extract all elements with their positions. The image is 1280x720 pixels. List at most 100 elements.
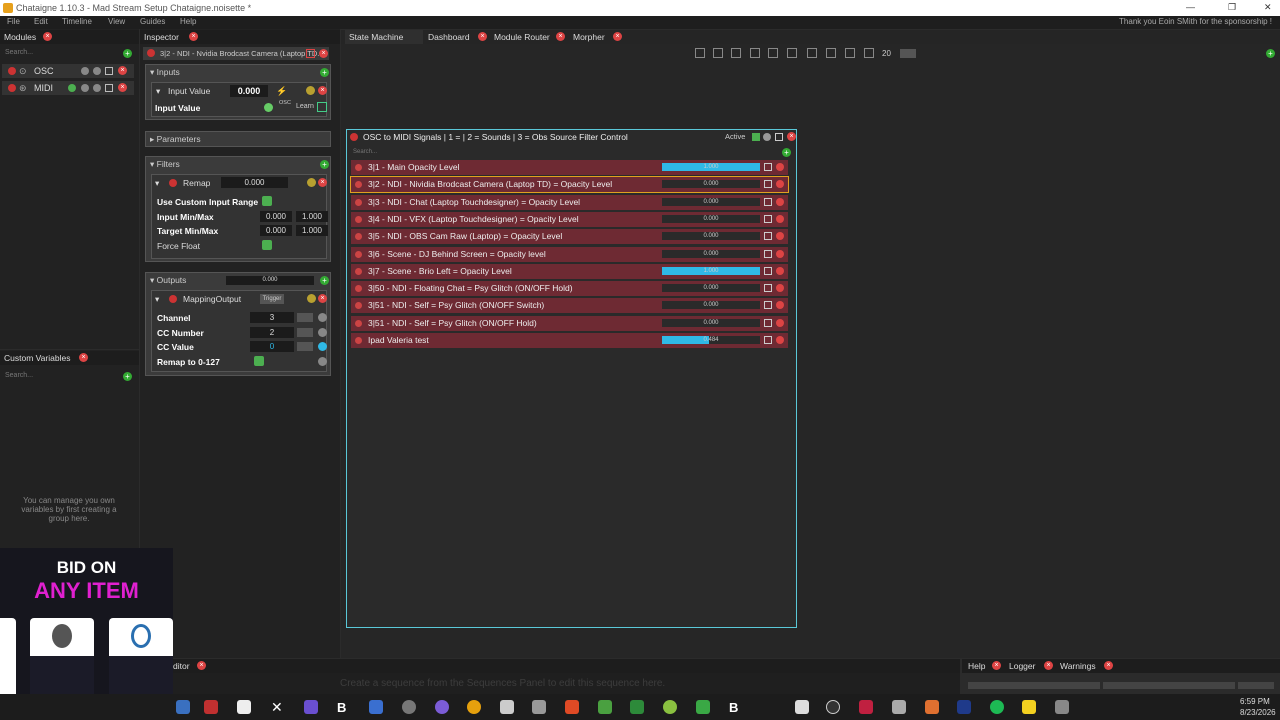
link-icon[interactable] (318, 313, 327, 322)
trigger-button[interactable]: Trigger (260, 294, 284, 304)
snap-grid-icon[interactable] (864, 48, 874, 58)
close-icon[interactable]: × (1044, 661, 1053, 670)
add-icon[interactable] (306, 86, 315, 95)
mapping-row[interactable]: 3|7 - Scene - Brio Left = Opacity Level 1… (351, 263, 788, 279)
app-icon[interactable] (402, 700, 416, 714)
inputs-header[interactable]: ▾ Inputs (146, 65, 330, 79)
power-icon[interactable] (355, 302, 362, 310)
sequence-editor-tab[interactable]: ditor × (173, 659, 960, 673)
close-icon[interactable]: × (1104, 661, 1113, 670)
app-icon[interactable] (892, 700, 906, 714)
channel-field[interactable]: 3 (250, 312, 294, 323)
brave-icon[interactable] (565, 700, 579, 714)
module-midi[interactable]: ⊛ MIDI × (2, 81, 134, 95)
remove-icon[interactable]: × (318, 294, 327, 303)
cc-value-field[interactable]: 0 (250, 341, 294, 352)
module-osc[interactable]: ⊙ OSC × (2, 64, 134, 78)
modules-tab[interactable]: Modules × (0, 30, 139, 44)
grid-icon[interactable] (845, 48, 855, 58)
logger-autoscroll-button[interactable] (1238, 682, 1274, 689)
remove-icon[interactable] (776, 232, 784, 241)
menu-timeline[interactable]: Timeline (62, 17, 92, 26)
input-min-field[interactable]: 0.000 (260, 211, 292, 222)
settings-icon[interactable] (93, 84, 101, 92)
power-icon[interactable] (169, 295, 177, 303)
remove-icon[interactable]: × (318, 86, 327, 95)
remove-icon[interactable]: × (118, 83, 127, 92)
remove-icon[interactable] (776, 249, 784, 258)
channel-stepper[interactable] (297, 313, 313, 322)
spotify-icon[interactable] (990, 700, 1004, 714)
power-icon[interactable] (355, 181, 362, 189)
force-float-checkbox[interactable] (262, 240, 272, 250)
enable-checkbox[interactable] (764, 284, 772, 293)
enable-checkbox[interactable] (105, 67, 113, 75)
app-icon[interactable] (304, 700, 318, 714)
power-icon[interactable] (355, 267, 362, 275)
mapping-row[interactable]: 3|6 - Scene - DJ Behind Screen = Opacity… (351, 246, 788, 262)
align-bottom-icon[interactable] (787, 48, 797, 58)
target-max-field[interactable]: 1.000 (296, 225, 328, 236)
enable-checkbox[interactable] (764, 318, 772, 327)
app-icon[interactable] (1055, 700, 1069, 714)
app-icon[interactable] (630, 700, 644, 714)
enable-checkbox[interactable] (105, 84, 113, 92)
remap-checkbox[interactable] (254, 356, 264, 366)
enable-checkbox[interactable] (764, 336, 772, 344)
close-icon[interactable]: × (79, 353, 88, 362)
power-icon[interactable] (355, 164, 362, 171)
osc-link-icon[interactable] (264, 103, 273, 112)
app-icon[interactable] (795, 700, 809, 714)
chrome-icon[interactable] (467, 700, 481, 714)
align-middle-icon[interactable] (768, 48, 778, 58)
power-icon[interactable] (169, 179, 177, 187)
logger-clear-button[interactable] (968, 682, 1100, 689)
mapping-row[interactable]: Ipad Valeria test 0.484 (351, 333, 788, 348)
remove-icon[interactable]: × (319, 49, 328, 58)
power-icon[interactable] (350, 133, 358, 141)
menu-guides[interactable]: Guides (140, 17, 165, 26)
osc-icon[interactable] (826, 700, 840, 714)
power-icon[interactable] (8, 67, 16, 75)
mapping-row[interactable]: 3|1 - Main Opacity Level 1.000 (351, 160, 788, 175)
add-mapping-icon[interactable]: + (782, 148, 791, 157)
mapping-row[interactable]: 3|2 - NDI - Nividia Brodcast Camera (Lap… (350, 176, 789, 194)
distribute-v-icon[interactable] (826, 48, 836, 58)
app-icon[interactable] (859, 700, 873, 714)
cc-number-field[interactable]: 2 (250, 327, 294, 338)
close-icon[interactable]: ✕ (1264, 2, 1272, 13)
grid-size[interactable]: 20 (882, 49, 891, 58)
remove-icon[interactable] (776, 284, 784, 293)
remove-icon[interactable] (776, 163, 784, 171)
close-icon[interactable]: × (613, 32, 622, 41)
add-input-icon[interactable]: + (320, 68, 329, 77)
menu-help[interactable]: Help (180, 17, 196, 26)
filters-header[interactable]: ▾ Filters (146, 157, 330, 171)
enable-checkbox[interactable] (764, 266, 772, 275)
close-icon[interactable]: × (787, 132, 796, 141)
remove-icon[interactable] (776, 318, 784, 327)
close-icon[interactable]: × (478, 32, 487, 41)
app-icon[interactable] (925, 700, 939, 714)
remove-icon[interactable] (776, 214, 784, 223)
add-filter-icon[interactable]: + (320, 160, 329, 169)
align-right-icon[interactable] (731, 48, 741, 58)
app-icon[interactable] (500, 700, 514, 714)
logger-copy-button[interactable] (1103, 682, 1235, 689)
close-icon[interactable]: × (556, 32, 565, 41)
mapping-row[interactable]: 3|4 - NDI - VFX (Laptop Touchdesigner) =… (351, 211, 788, 227)
power-icon[interactable] (355, 233, 362, 241)
enable-checkbox[interactable] (764, 163, 772, 171)
enable-checkbox[interactable] (764, 197, 772, 206)
color-swatch[interactable] (306, 49, 315, 58)
remove-icon[interactable] (776, 180, 784, 189)
enable-checkbox[interactable] (764, 301, 772, 310)
mapping-row[interactable]: 3|3 - NDI - Chat (Laptop Touchdesigner) … (351, 194, 788, 210)
photoshop-icon[interactable] (957, 700, 971, 714)
add-state-icon[interactable]: + (1266, 49, 1275, 58)
add-icon[interactable] (307, 178, 316, 187)
remove-icon[interactable] (776, 266, 784, 275)
tab-warnings[interactable]: Warnings (1060, 661, 1096, 671)
modules-search[interactable]: Search... (5, 49, 33, 56)
add-group-icon[interactable]: + (123, 372, 132, 381)
